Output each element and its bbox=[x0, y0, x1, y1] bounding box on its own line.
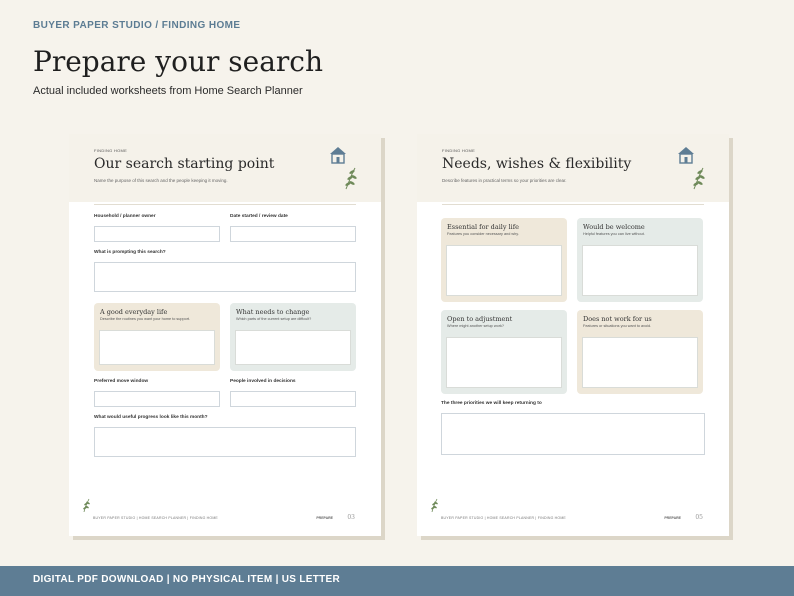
prompting-label: What is prompting this search? bbox=[94, 250, 166, 255]
page-number: 05 bbox=[695, 514, 703, 521]
leaf-icon bbox=[693, 167, 705, 190]
card-title: Open to adjustment bbox=[447, 315, 513, 323]
card-input[interactable] bbox=[99, 330, 215, 365]
card-title: What needs to change bbox=[236, 308, 310, 316]
card-description: Which parts of the current setup are dif… bbox=[236, 317, 312, 321]
owner-label: Household / planner owner bbox=[94, 214, 156, 219]
priorities-label: The three priorities we will keep return… bbox=[441, 401, 542, 406]
worksheet-description: Describe features in practical terms so … bbox=[442, 178, 567, 183]
card-description: Helpful features you can live without. bbox=[583, 232, 645, 236]
card-what-needs-change: What needs to change Which parts of the … bbox=[230, 303, 356, 371]
leaf-icon bbox=[345, 167, 357, 190]
card-description: Features you consider necessary and why. bbox=[447, 232, 519, 236]
card-essential: Essential for daily life Features you co… bbox=[441, 218, 567, 302]
page-footer: BUYER PAPER STUDIO | HOME SEARCH PLANNER… bbox=[441, 516, 566, 520]
date-field[interactable] bbox=[230, 226, 356, 242]
card-title: Would be welcome bbox=[583, 223, 645, 231]
worksheet-title: Our search starting point bbox=[94, 156, 275, 172]
people-field[interactable] bbox=[230, 391, 356, 407]
card-input[interactable] bbox=[582, 337, 698, 388]
worksheet-page-starting-point: FINDING HOME Our search starting point N… bbox=[69, 134, 381, 536]
sprig-icon bbox=[83, 498, 90, 512]
worksheet-description: Name the purpose of this search and the … bbox=[94, 178, 228, 183]
brand-breadcrumb: BUYER PAPER STUDIO / FINDING HOME bbox=[33, 20, 241, 31]
progress-field[interactable] bbox=[94, 427, 356, 457]
progress-label: What would useful progress look like thi… bbox=[94, 415, 208, 420]
card-good-everyday-life: A good everyday life Describe the routin… bbox=[94, 303, 220, 371]
card-input[interactable] bbox=[582, 245, 698, 296]
divider bbox=[94, 204, 356, 205]
divider bbox=[442, 204, 704, 205]
move-window-label: Preferred move window bbox=[94, 379, 149, 384]
worksheet-title: Needs, wishes & flexibility bbox=[442, 156, 632, 172]
priorities-field[interactable] bbox=[441, 413, 705, 455]
sprig-icon bbox=[431, 498, 438, 512]
page-eyebrow: FINDING HOME bbox=[442, 148, 476, 153]
page-number: 03 bbox=[347, 514, 355, 521]
footer-section: PREPARE bbox=[316, 516, 333, 520]
house-icon bbox=[678, 147, 694, 164]
page-title: Prepare your search bbox=[33, 45, 323, 78]
card-input[interactable] bbox=[446, 337, 562, 388]
worksheet-page-needs-wishes: FINDING HOME Needs, wishes & flexibility… bbox=[417, 134, 729, 536]
footer-section: PREPARE bbox=[664, 516, 681, 520]
card-description: Describe the routines you want your home… bbox=[100, 317, 191, 321]
people-label: People involved in decisions bbox=[230, 379, 296, 384]
card-description: Features or situations you want to avoid… bbox=[583, 324, 652, 328]
move-window-field[interactable] bbox=[94, 391, 220, 407]
card-title: Does not work for us bbox=[583, 315, 652, 323]
card-input[interactable] bbox=[446, 245, 562, 296]
house-icon bbox=[330, 147, 346, 164]
page-footer: BUYER PAPER STUDIO | HOME SEARCH PLANNER… bbox=[93, 516, 218, 520]
prompting-field[interactable] bbox=[94, 262, 356, 292]
card-would-be-welcome: Would be welcome Helpful features you ca… bbox=[577, 218, 703, 302]
card-does-not-work: Does not work for us Features or situati… bbox=[577, 310, 703, 394]
date-label: Date started / review date bbox=[230, 214, 288, 219]
card-input[interactable] bbox=[235, 330, 351, 365]
page-subtitle: Actual included worksheets from Home Sea… bbox=[33, 85, 303, 97]
page-eyebrow: FINDING HOME bbox=[94, 148, 128, 153]
card-description: Where might another setup work? bbox=[447, 324, 504, 328]
owner-field[interactable] bbox=[94, 226, 220, 242]
card-open-to-adjustment: Open to adjustment Where might another s… bbox=[441, 310, 567, 394]
card-title: Essential for daily life bbox=[447, 223, 519, 231]
card-title: A good everyday life bbox=[100, 308, 168, 316]
product-info-text: DIGITAL PDF DOWNLOAD | NO PHYSICAL ITEM … bbox=[33, 574, 341, 585]
bottom-info-bar: DIGITAL PDF DOWNLOAD | NO PHYSICAL ITEM … bbox=[0, 566, 794, 596]
